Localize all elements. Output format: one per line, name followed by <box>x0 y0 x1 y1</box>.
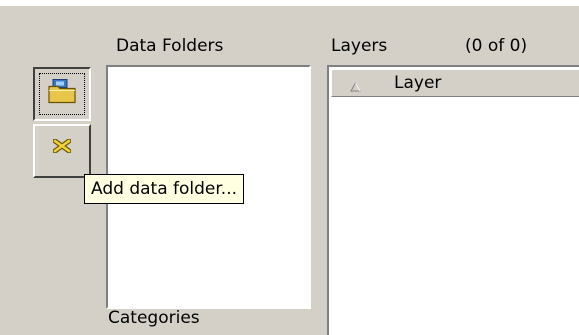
data-folders-label: Data Folders <box>116 36 224 56</box>
remove-data-folder-button[interactable] <box>33 124 91 178</box>
layers-list[interactable]: Layer <box>327 65 579 335</box>
folder-add-icon <box>47 79 77 110</box>
top-edge <box>0 0 579 6</box>
remove-x-icon <box>52 138 72 158</box>
categories-label: Categories <box>108 308 200 328</box>
layers-label: Layers <box>331 36 388 56</box>
sort-ascending-icon <box>350 77 361 97</box>
layer-column-label: Layer <box>394 73 442 93</box>
layers-count: (0 of 0) <box>465 36 528 56</box>
add-data-folder-tooltip: Add data folder... <box>84 174 245 204</box>
add-data-folder-button[interactable] <box>33 67 91 121</box>
layer-column-header[interactable]: Layer <box>331 69 579 97</box>
